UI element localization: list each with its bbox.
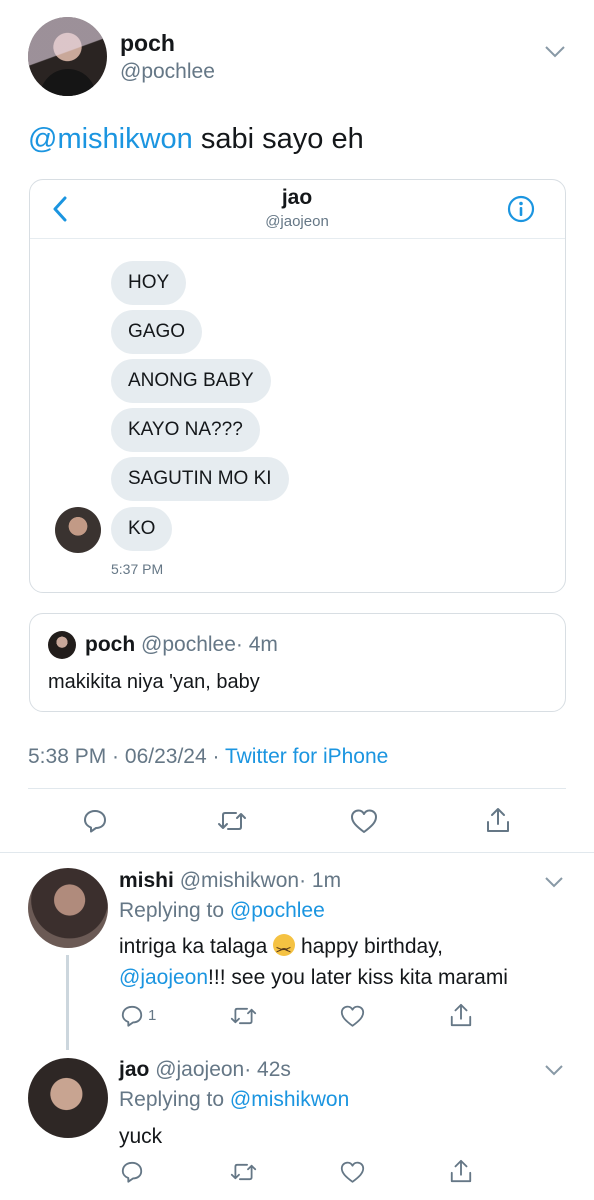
message-bubble: KAYO NA??? bbox=[111, 408, 260, 452]
jao-avatar[interactable] bbox=[28, 1058, 108, 1138]
tweet-time[interactable]: 5:38 PM bbox=[28, 745, 106, 768]
reply-header: mishi @mishikwon· 1m bbox=[119, 869, 341, 893]
retweet-icon[interactable] bbox=[230, 1004, 257, 1028]
message-bubble: GAGO bbox=[111, 310, 203, 354]
quoted-header: poch @pochlee· 4m bbox=[85, 633, 278, 657]
replying-to: Replying to @pochlee bbox=[119, 899, 325, 923]
tweet-date[interactable]: 06/23/24 bbox=[125, 745, 207, 768]
reply-name[interactable]: mishi bbox=[119, 869, 174, 892]
mention-link[interactable]: @jaojeon bbox=[119, 966, 208, 989]
like-icon[interactable] bbox=[340, 1160, 365, 1184]
reply-header: jao @jaojeon· 42s bbox=[119, 1058, 291, 1082]
dm-contact-handle: @jaojeon bbox=[265, 213, 329, 230]
retweet-icon[interactable] bbox=[217, 808, 247, 834]
tweet-source[interactable]: Twitter for iPhone bbox=[225, 745, 388, 768]
chevron-down-icon[interactable] bbox=[544, 1064, 564, 1076]
message-bubble: KO bbox=[111, 507, 173, 551]
info-icon bbox=[507, 195, 535, 223]
reply-time: · 42s bbox=[244, 1058, 291, 1081]
reply-text-part: !!! see you later kiss kita marami bbox=[208, 966, 508, 989]
quoted-time: · 4m bbox=[235, 633, 278, 656]
quoted-handle: @pochlee bbox=[141, 633, 236, 656]
thread-line bbox=[66, 955, 69, 1050]
mention-link[interactable]: @mishikwon bbox=[28, 123, 193, 155]
author-name[interactable]: poch bbox=[120, 30, 175, 57]
replying-to-link[interactable]: @pochlee bbox=[230, 899, 325, 922]
tweet-text: @mishikwon sabi sayo eh bbox=[28, 123, 364, 156]
share-icon[interactable] bbox=[449, 1158, 473, 1184]
quoted-avatar bbox=[48, 631, 76, 659]
reply-text: intriga ka talaga happy birthday, @jaojeo… bbox=[119, 931, 569, 993]
dm-contact-name: jao bbox=[281, 186, 313, 209]
tweet-body: sabi sayo eh bbox=[192, 123, 364, 155]
quoted-text: makikita niya 'yan, baby bbox=[48, 671, 260, 693]
reply-text: yuck bbox=[119, 1125, 163, 1148]
reply-text-part: happy birthday, bbox=[295, 935, 443, 958]
dm-divider bbox=[30, 238, 565, 239]
reply-icon[interactable] bbox=[120, 1004, 144, 1028]
quoted-name: poch bbox=[85, 633, 136, 656]
chevron-down-icon[interactable] bbox=[544, 876, 564, 888]
reply-icon[interactable] bbox=[82, 808, 108, 834]
reply-handle[interactable]: @mishikwon bbox=[180, 869, 299, 892]
author-handle[interactable]: @pochlee bbox=[120, 60, 215, 84]
replying-to-link[interactable]: @mishikwon bbox=[230, 1088, 349, 1111]
dm-timestamp: 5:37 PM bbox=[111, 561, 164, 577]
chevron-down-icon[interactable] bbox=[544, 45, 566, 59]
replying-prefix: Replying to bbox=[119, 899, 230, 922]
divider bbox=[28, 788, 566, 789]
reply-icon[interactable] bbox=[120, 1160, 144, 1184]
mishi-avatar[interactable] bbox=[28, 868, 108, 948]
like-icon[interactable] bbox=[340, 1004, 365, 1028]
tweet-meta: 5:38 PM · 06/23/24 · Twitter for iPhone bbox=[28, 745, 388, 769]
dm-screenshot-image[interactable] bbox=[29, 179, 566, 593]
reply-name[interactable]: jao bbox=[119, 1058, 149, 1081]
replying-prefix: Replying to bbox=[119, 1088, 230, 1111]
replying-to: Replying to @mishikwon bbox=[119, 1088, 349, 1112]
message-bubble: ANONG BABY bbox=[111, 359, 271, 403]
reply-count: 1 bbox=[148, 1007, 157, 1024]
meta-separator: · bbox=[106, 745, 125, 768]
share-icon[interactable] bbox=[485, 806, 511, 834]
reply-text-part: intriga ka talaga bbox=[119, 935, 274, 958]
divider bbox=[0, 852, 594, 853]
poch-avatar[interactable] bbox=[28, 17, 107, 96]
quoted-tweet[interactable] bbox=[29, 613, 566, 712]
message-bubble: HOY bbox=[111, 261, 187, 305]
message-bubble: SAGUTIN MO KI bbox=[111, 457, 289, 501]
reply-handle[interactable]: @jaojeon bbox=[155, 1058, 244, 1081]
share-icon[interactable] bbox=[449, 1002, 473, 1028]
retweet-icon[interactable] bbox=[230, 1160, 257, 1184]
persevering-face-emoji bbox=[273, 934, 296, 966]
reply-time: · 1m bbox=[299, 869, 342, 892]
meta-separator: · bbox=[206, 745, 225, 768]
like-icon[interactable] bbox=[350, 808, 378, 834]
dm-sender-avatar bbox=[55, 507, 101, 553]
